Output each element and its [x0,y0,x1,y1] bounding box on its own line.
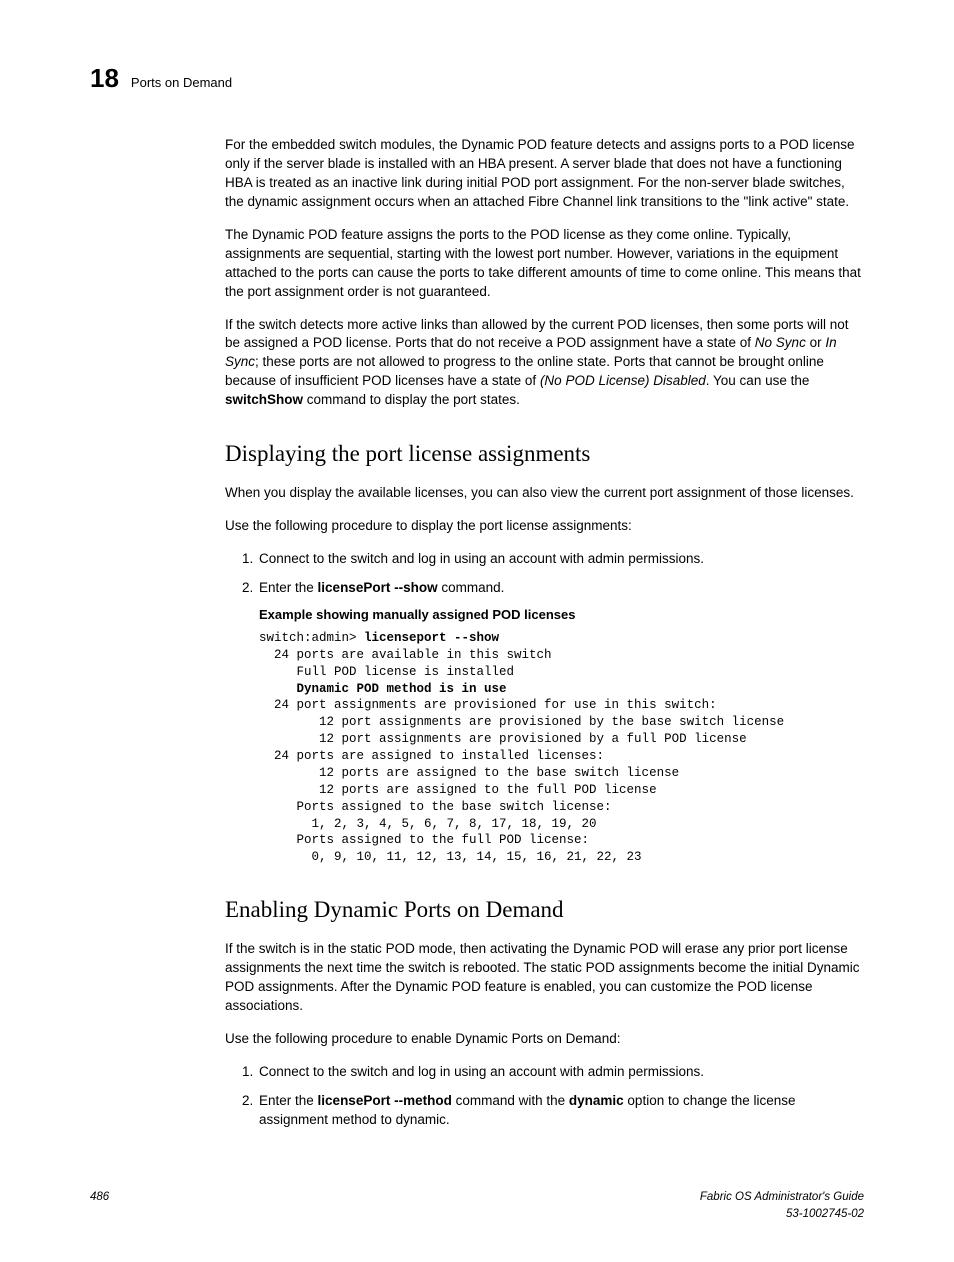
procedure-list: Connect to the switch and log in using a… [225,550,864,866]
paragraph: The Dynamic POD feature assigns the port… [225,226,864,302]
code-block: switch:admin> licenseport --show 24 port… [259,630,864,866]
code-line: Ports assigned to the full POD license: [259,833,589,847]
option-name: dynamic [569,1093,624,1108]
code-line: 12 ports are assigned to the full POD li… [259,783,657,797]
command-name: licensePort --show [318,580,438,595]
code-line: 24 ports are assigned to installed licen… [259,749,604,763]
code-line: 12 port assignments are provisioned by t… [259,715,784,729]
text: command to display the port states. [303,392,520,407]
text: Enter the [259,1093,318,1108]
code-line: 1, 2, 3, 4, 5, 6, 7, 8, 17, 18, 19, 20 [259,817,597,831]
paragraph: If the switch detects more active links … [225,316,864,410]
text: or [806,335,826,350]
section-heading-enable: Enabling Dynamic Ports on Demand [225,894,864,926]
section-heading-display: Displaying the port license assignments [225,438,864,470]
code-line: Dynamic POD method is in use [259,682,507,696]
list-item: Enter the licensePort --method command w… [257,1092,864,1130]
doc-title: Fabric OS Administrator's Guide [700,1189,864,1205]
code-line: 12 port assignments are provisioned by a… [259,732,747,746]
state-label: No Sync [755,335,806,350]
code-prompt: switch:admin> [259,631,364,645]
paragraph: When you display the available licenses,… [225,484,864,503]
list-item: Connect to the switch and log in using a… [257,1063,864,1082]
state-label: (No POD License) Disabled [540,373,706,388]
paragraph: If the switch is in the static POD mode,… [225,940,864,1016]
paragraph: For the embedded switch modules, the Dyn… [225,136,864,212]
example-label: Example showing manually assigned POD li… [259,606,864,624]
chapter-number: 18 [90,60,119,96]
paragraph: Use the following procedure to display t… [225,517,864,536]
chapter-title: Ports on Demand [131,74,232,92]
command-name: switchShow [225,392,303,407]
code-line: 24 ports are available in this switch [259,648,552,662]
paragraph: Use the following procedure to enable Dy… [225,1030,864,1049]
text: command with the [452,1093,569,1108]
page-header: 18 Ports on Demand [90,60,864,96]
list-item: Connect to the switch and log in using a… [257,550,864,569]
text: . You can use the [706,373,810,388]
code-line: 12 ports are assigned to the base switch… [259,766,679,780]
code-line: Ports assigned to the base switch licens… [259,800,612,814]
code-line: 24 port assignments are provisioned for … [259,698,717,712]
text: Enter the [259,580,318,595]
page-footer: 486 Fabric OS Administrator's Guide 53-1… [90,1189,864,1221]
footer-doc-info: Fabric OS Administrator's Guide 53-10027… [700,1189,864,1221]
code-command: licenseport --show [364,631,499,645]
page-number: 486 [90,1189,109,1221]
text: command. [438,580,505,595]
code-line: Full POD license is installed [259,665,514,679]
code-line: 0, 9, 10, 11, 12, 13, 14, 15, 16, 21, 22… [259,850,642,864]
main-content: For the embedded switch modules, the Dyn… [225,136,864,1129]
doc-number: 53-1002745-02 [700,1206,864,1222]
procedure-list: Connect to the switch and log in using a… [225,1063,864,1130]
command-name: licensePort --method [318,1093,452,1108]
list-item: Enter the licensePort --show command. Ex… [257,579,864,866]
